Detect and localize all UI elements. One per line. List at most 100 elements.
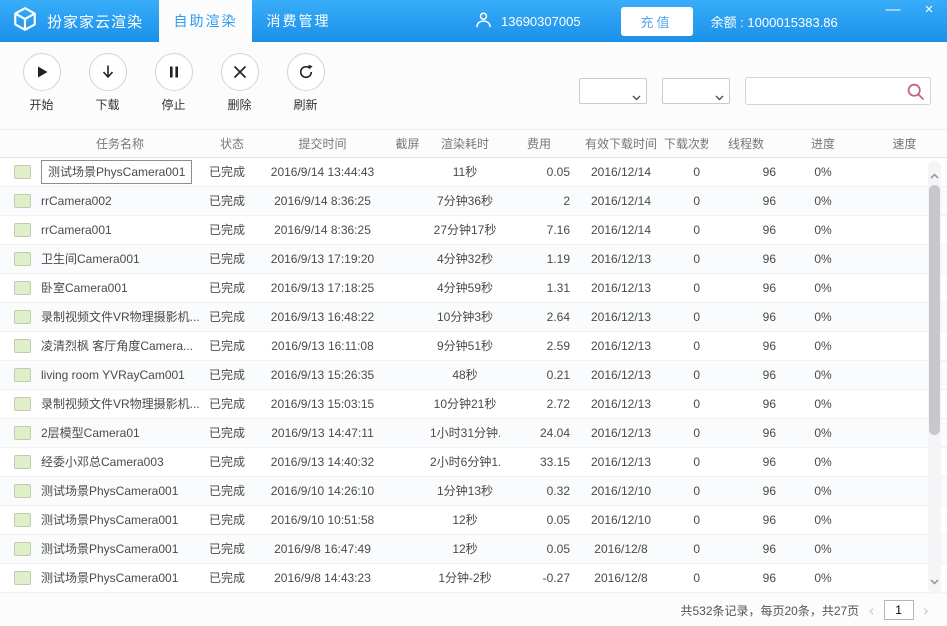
- cell-name: 测试场景PhysCamera001: [36, 506, 204, 535]
- cell-valid: 2016/12/14: [578, 187, 664, 216]
- cell-duration: 2小时6分钟1...: [430, 448, 500, 477]
- cell-cost: 24.04: [500, 419, 578, 448]
- cell-valid: 2016/12/13: [578, 274, 664, 303]
- window-controls: — ×: [883, 1, 939, 19]
- table-row[interactable]: 卫生间Camera001已完成2016/9/13 17:19:204分钟32秒1…: [0, 245, 947, 274]
- cell-progress: 0%: [784, 535, 862, 564]
- cell-name: living room YVRayCam001: [36, 361, 204, 390]
- tab-consumption[interactable]: 消费管理: [252, 0, 345, 42]
- cell-submit: 2016/9/8 16:47:49: [260, 535, 385, 564]
- cell-name: 测试场景PhysCamera001: [36, 535, 204, 564]
- recharge-button[interactable]: 充值: [621, 7, 693, 36]
- table-row[interactable]: 卧室Camera001已完成2016/9/13 17:18:254分钟59秒1.…: [0, 274, 947, 303]
- cell-status: 已完成: [204, 448, 260, 477]
- stop-label: 停止: [147, 96, 200, 113]
- search-icon[interactable]: [906, 82, 925, 106]
- refresh-icon[interactable]: [287, 53, 325, 91]
- cell-valid: 2016/12/13: [578, 245, 664, 274]
- prev-page-icon[interactable]: ‹: [866, 601, 876, 620]
- scroll-thumb[interactable]: [929, 185, 940, 435]
- start-button[interactable]: 开始: [15, 53, 68, 113]
- search-input[interactable]: [753, 79, 905, 103]
- cell-submit: 2016/9/14 8:36:25: [260, 187, 385, 216]
- cell-progress: 0%: [784, 564, 862, 593]
- cell-icon: [0, 187, 36, 216]
- cell-cost: 1.19: [500, 245, 578, 274]
- cell-shot: [385, 361, 430, 390]
- table-row[interactable]: 测试场景PhysCamera001已完成2016/9/14 13:44:4311…: [0, 158, 947, 187]
- cell-cost: 1.31: [500, 274, 578, 303]
- cell-valid: 2016/12/10: [578, 477, 664, 506]
- cell-valid: 2016/12/13: [578, 419, 664, 448]
- play-icon[interactable]: [23, 53, 61, 91]
- table-row[interactable]: 2层模型Camera01已完成2016/9/13 14:47:111小时31分钟…: [0, 419, 947, 448]
- table-row[interactable]: rrCamera001已完成2016/9/14 8:36:2527分钟17秒7.…: [0, 216, 947, 245]
- task-thumbnail-icon: [14, 455, 31, 469]
- cell-status: 已完成: [204, 187, 260, 216]
- pause-icon[interactable]: [155, 53, 193, 91]
- delete-button[interactable]: 删除: [213, 53, 266, 113]
- cell-progress: 0%: [784, 361, 862, 390]
- table-row[interactable]: 经委小邓总Camera003已完成2016/9/13 14:40:322小时6分…: [0, 448, 947, 477]
- cell-duration: 9分钟51秒: [430, 332, 500, 361]
- table-row[interactable]: rrCamera002已完成2016/9/14 8:36:257分钟36秒220…: [0, 187, 947, 216]
- table-row[interactable]: 录制视频文件VR物理摄影机...已完成2016/9/13 16:48:2210分…: [0, 303, 947, 332]
- cell-dlcount: 0: [664, 158, 708, 187]
- page-input[interactable]: [884, 600, 914, 620]
- cell-shot: [385, 245, 430, 274]
- cell-valid: 2016/12/10: [578, 506, 664, 535]
- next-page-icon[interactable]: ›: [921, 601, 931, 620]
- cell-shot: [385, 535, 430, 564]
- cell-cost: 2.59: [500, 332, 578, 361]
- task-thumbnail-icon: [14, 165, 31, 179]
- table-row[interactable]: 测试场景PhysCamera001已完成2016/9/8 14:43:231分钟…: [0, 564, 947, 593]
- scrollbar[interactable]: [928, 161, 941, 595]
- cell-submit: 2016/9/13 16:11:08: [260, 332, 385, 361]
- cell-shot: [385, 303, 430, 332]
- cell-progress: 0%: [784, 390, 862, 419]
- cell-name: 2层模型Camera01: [36, 419, 204, 448]
- cell-shot: [385, 216, 430, 245]
- col-header-duration: 渲染耗时: [430, 135, 500, 152]
- col-header-status: 状态: [204, 135, 260, 152]
- filter-select-1[interactable]: [579, 78, 647, 104]
- cell-threads: 96: [708, 274, 784, 303]
- table-row[interactable]: living room YVRayCam001已完成2016/9/13 15:2…: [0, 361, 947, 390]
- cell-dlcount: 0: [664, 419, 708, 448]
- scroll-up-icon[interactable]: [930, 166, 939, 184]
- delete-icon[interactable]: [221, 53, 259, 91]
- cell-cost: -0.27: [500, 564, 578, 593]
- cell-duration: 1分钟-2秒: [430, 564, 500, 593]
- table-row[interactable]: 录制视频文件VR物理摄影机...已完成2016/9/13 15:03:1510分…: [0, 390, 947, 419]
- cell-submit: 2016/9/13 17:18:25: [260, 274, 385, 303]
- download-button[interactable]: 下载: [81, 53, 134, 113]
- cell-duration: 1小时31分钟...: [430, 419, 500, 448]
- table-row[interactable]: 测试场景PhysCamera001已完成2016/9/10 14:26:101分…: [0, 477, 947, 506]
- cell-icon: [0, 390, 36, 419]
- cell-progress: 0%: [784, 245, 862, 274]
- cell-progress: 0%: [784, 419, 862, 448]
- table-row[interactable]: 测试场景PhysCamera001已完成2016/9/8 16:47:4912秒…: [0, 535, 947, 564]
- cell-threads: 96: [708, 506, 784, 535]
- scroll-down-icon[interactable]: [930, 572, 939, 590]
- close-button[interactable]: ×: [919, 1, 939, 19]
- minimize-button[interactable]: —: [883, 1, 903, 19]
- table-row[interactable]: 测试场景PhysCamera001已完成2016/9/10 10:51:5812…: [0, 506, 947, 535]
- cell-shot: [385, 187, 430, 216]
- cell-valid: 2016/12/8: [578, 535, 664, 564]
- download-icon[interactable]: [89, 53, 127, 91]
- cell-threads: 96: [708, 332, 784, 361]
- table-body: 测试场景PhysCamera001已完成2016/9/14 13:44:4311…: [0, 158, 947, 593]
- refresh-button[interactable]: 刷新: [279, 53, 332, 113]
- cell-shot: [385, 448, 430, 477]
- cell-submit: 2016/9/13 16:48:22: [260, 303, 385, 332]
- stop-button[interactable]: 停止: [147, 53, 200, 113]
- cell-submit: 2016/9/14 8:36:25: [260, 216, 385, 245]
- tab-self-render[interactable]: 自助渲染: [159, 0, 252, 42]
- filter-select-2[interactable]: [662, 78, 730, 104]
- table-row[interactable]: 凌清烈枫 客厅角度Camera...已完成2016/9/13 16:11:089…: [0, 332, 947, 361]
- account-section: 13690307005: [475, 0, 581, 42]
- task-name-editbox[interactable]: 测试场景PhysCamera001: [41, 160, 192, 184]
- chevron-down-icon: [632, 88, 641, 106]
- task-thumbnail-icon: [14, 310, 31, 324]
